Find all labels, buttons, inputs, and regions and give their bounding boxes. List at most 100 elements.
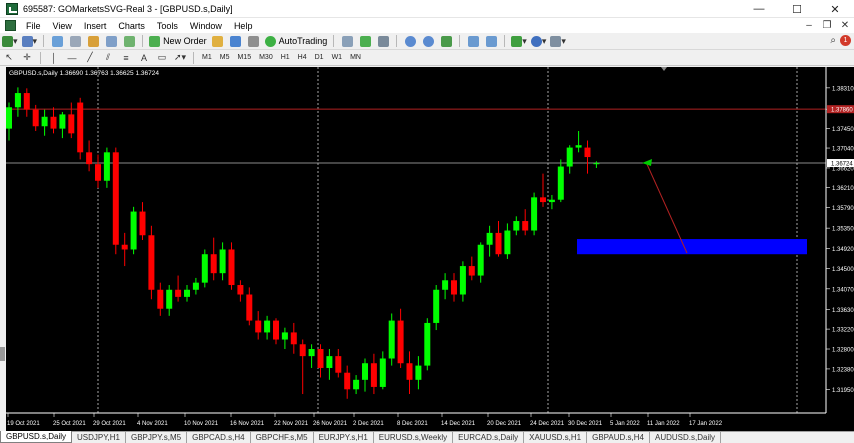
tab-gbpusd-daily[interactable]: GBPUSD.s,Daily [0,431,73,443]
candle-body [495,232,502,255]
price-tick-label: 1.36210 [832,186,854,192]
zoom-in-button[interactable] [403,34,417,48]
arrows-button[interactable]: ➚▾ [173,51,187,65]
indicators-button[interactable]: ▾ [511,34,527,48]
menu-help[interactable]: Help [228,21,259,31]
signals-button[interactable] [229,34,243,48]
tab-audusd-daily[interactable]: AUDUSD.s,Daily [650,432,722,443]
candle-body [540,197,546,203]
timeframe-m1[interactable]: M1 [198,54,216,61]
zoom-out-button[interactable] [421,34,435,48]
menu-view[interactable]: View [47,21,78,31]
candlestick-chart[interactable]: 1.383101.378601.374501.370401.366201.362… [6,67,854,431]
timeframe-m30[interactable]: M30 [255,54,277,61]
chart-shift-button[interactable] [484,34,498,48]
candle-body [557,166,564,200]
vertical-line-button[interactable]: │ [47,51,61,65]
time-tick-label: 5 Jan 2022 [610,421,640,427]
navigator-button[interactable] [86,34,100,48]
new-chart-icon [2,35,13,47]
metaeditor-icon [212,35,224,47]
timeframe-m15[interactable]: M15 [233,54,255,61]
toolbar-separator [459,35,461,47]
line-chart-button[interactable] [376,34,390,48]
timeframe-m5[interactable]: M5 [216,54,234,61]
tab-usdjpy-h1[interactable]: USDJPY,H1 [72,432,126,443]
tile-windows-button[interactable] [439,34,453,48]
time-tick-label: 11 Jan 2022 [647,421,680,427]
tab-eurusd-weekly[interactable]: EURUSD.s,Weekly [374,432,454,443]
candle-body [522,221,529,231]
text-button[interactable]: A [137,51,151,65]
tab-gbpcad-h4[interactable]: GBPCAD.s,H4 [187,432,251,443]
periods-button[interactable]: ▾ [530,34,546,48]
chart-scroll-handle[interactable] [0,347,5,361]
metaeditor-button[interactable] [211,34,225,48]
candle-body [68,114,75,134]
mdi-close-button[interactable]: ✕ [836,18,854,33]
search-icon[interactable]: ⌕ [830,35,836,46]
market-watch-button[interactable] [50,34,64,48]
app-logo-icon [6,2,18,15]
mdi-minimize-button[interactable]: – [800,18,818,33]
new-order-button[interactable]: New Order [149,34,207,48]
tab-gbpjpy-m5[interactable]: GBPJPY.s,M5 [126,432,188,443]
maximize-button[interactable]: ☐ [778,0,816,18]
menu-tools[interactable]: Tools [151,21,184,31]
candle-body [14,93,21,108]
mdi-restore-button[interactable]: ❐ [818,18,836,33]
tab-gbpaud-h4[interactable]: GBPAUD.s,H4 [587,432,650,443]
terminal-button[interactable] [104,34,118,48]
candle-body [326,356,333,368]
horizontal-line-button[interactable]: — [65,51,79,65]
fibonacci-button[interactable]: ≡ [119,51,133,65]
minimize-button[interactable]: — [740,0,778,18]
profiles-button[interactable]: ▾ [21,34,37,48]
tab-eurjpy-h1[interactable]: EURJPY.s,H1 [314,432,374,443]
timeframe-w1[interactable]: W1 [328,54,347,61]
templates-button[interactable]: ▾ [550,34,566,48]
new-order-icon [149,35,161,47]
strategy-tester-button[interactable] [122,34,136,48]
candle-body [415,365,422,380]
candle-body [548,199,555,203]
candle-body [255,320,262,333]
menu-charts[interactable]: Charts [112,21,151,31]
menu-insert[interactable]: Insert [78,21,113,31]
candle-body [513,221,520,231]
data-window-button[interactable] [68,34,82,48]
bar-chart-button[interactable] [340,34,354,48]
crosshair-button[interactable]: ✛ [20,51,34,65]
candlesticks-button[interactable] [358,34,372,48]
timeframe-d1[interactable]: D1 [311,54,328,61]
close-button[interactable]: ✕ [816,0,854,18]
candle-body [130,211,137,250]
timeframe-h4[interactable]: H4 [294,54,311,61]
timeframe-mn[interactable]: MN [346,54,365,61]
price-tick-label: 1.35350 [832,227,854,233]
timeframe-h1[interactable]: H1 [277,54,294,61]
tab-gbpchf-m5[interactable]: GBPCHF.s,M5 [251,432,314,443]
bear-candle [112,147,119,255]
auto-trading-button[interactable]: AutoTrading [264,34,327,48]
toolbar-separator [43,35,45,47]
menu-file[interactable]: File [20,21,47,31]
candle-body [59,114,66,129]
tab-eurcad-daily[interactable]: EURCAD.s,Daily [453,432,525,443]
tab-xauusd-h1[interactable]: XAUUSD.s,H1 [524,432,588,443]
cursor-button[interactable]: ↖ [2,51,16,65]
menu-window[interactable]: Window [184,21,228,31]
market-button[interactable] [247,34,261,48]
channel-button[interactable]: ⫽ [101,51,115,65]
new-chart-button[interactable]: ▾ [2,34,18,48]
auto-scroll-icon [467,35,479,47]
label-button[interactable]: ▭ [155,51,169,65]
candle-body [531,197,538,231]
price-tick-label: 1.33630 [832,308,854,314]
price-tick-label: 1.33220 [832,328,854,334]
trendline-button[interactable]: ╱ [83,51,97,65]
auto-scroll-button[interactable] [466,34,480,48]
price-chart[interactable]: 1.383101.378601.374501.370401.366201.362… [0,67,854,431]
chart-document-icon[interactable] [5,20,16,31]
account-user-icon[interactable]: 1 [840,35,851,46]
